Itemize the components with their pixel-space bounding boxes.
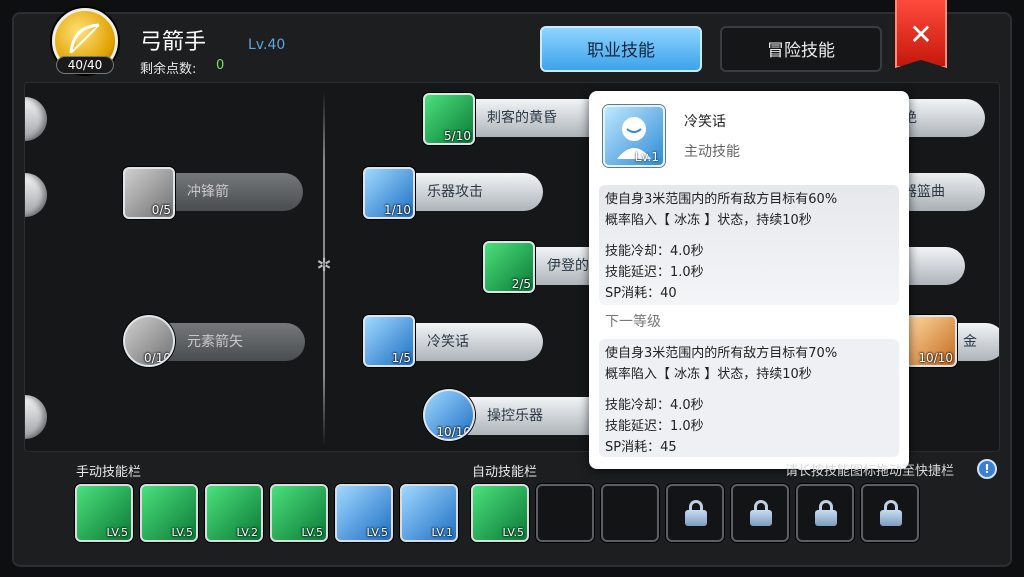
skill-name: 刺客的黄昏 xyxy=(487,110,557,126)
cooldown: 技能冷却：4.0秒 xyxy=(605,244,704,259)
manual-slot-6[interactable]: LV.1 xyxy=(400,484,458,542)
skill-count: 0/5 xyxy=(151,203,171,217)
slot-level: LV.5 xyxy=(502,526,524,539)
charge-arrow-icon[interactable]: 0/5 xyxy=(123,167,175,219)
instrument-attack-icon[interactable]: 1/10 xyxy=(363,167,415,219)
skill-name: 元素箭矢 xyxy=(187,334,243,350)
slot-level: LV.5 xyxy=(106,526,128,539)
tree-branch-node xyxy=(25,395,47,439)
sp-cost: SP消耗：40 xyxy=(605,286,677,301)
skill-count: 10/10 xyxy=(436,425,471,439)
delay: 技能延迟：1.0秒 xyxy=(605,419,704,434)
manual-skill-bar-label: 手动技能栏 xyxy=(76,465,142,480)
skill-name: 器篮曲 xyxy=(903,184,945,200)
desc-line: 使自身3米范围内的所有敌方目标有70% xyxy=(605,346,838,361)
tooltip-skill-type: 主动技能 xyxy=(684,144,740,160)
assassin-dusk-icon[interactable]: 5/10 xyxy=(423,93,475,145)
desc-line: 使自身3米范围内的所有敌方目标有60% xyxy=(605,192,838,207)
info-icon[interactable]: ! xyxy=(977,459,997,479)
skill-level: Lv.1 xyxy=(634,150,659,164)
manual-slot-3[interactable]: LV.2 xyxy=(205,484,263,542)
auto-slot-1[interactable]: LV.5 xyxy=(471,484,529,542)
desc-line: 概率陷入【 冰冻 】状态，持续10秒 xyxy=(605,213,812,228)
skill-count: 5/10 xyxy=(444,129,471,143)
class-name: 弓箭手 xyxy=(140,30,207,55)
slot-level: LV.5 xyxy=(171,526,193,539)
skill-name: 乐器攻击 xyxy=(427,184,483,200)
auto-slot-empty[interactable] xyxy=(536,484,594,542)
skill-count: 2/5 xyxy=(511,277,531,291)
skill-name: 冲锋箭 xyxy=(187,184,229,200)
current-level-details: 使自身3米范围内的所有敌方目标有60% 概率陷入【 冰冻 】状态，持续10秒 技… xyxy=(599,185,899,305)
auto-skill-bar-label: 自动技能栏 xyxy=(472,465,538,480)
tab-job-skills[interactable]: 职业技能 xyxy=(540,26,702,72)
manual-slot-2[interactable]: LV.5 xyxy=(140,484,198,542)
auto-slot-empty[interactable] xyxy=(601,484,659,542)
manual-slot-5[interactable]: LV.5 xyxy=(335,484,393,542)
control-instrument-icon[interactable]: 10/10 xyxy=(423,389,475,441)
close-button[interactable]: ✕ xyxy=(895,0,947,68)
auto-slot-locked xyxy=(666,484,724,542)
sp-cost: SP消耗：45 xyxy=(605,440,677,455)
slot-level: LV.1 xyxy=(431,526,453,539)
tab-adventure-skills[interactable]: 冒险技能 xyxy=(720,26,882,72)
lock-icon xyxy=(815,500,837,526)
skill-count: 10/10 xyxy=(918,351,953,365)
auto-slot-locked xyxy=(731,484,789,542)
drag-hint: 请长按技能图标拖动至快捷栏 xyxy=(785,464,955,479)
skill-count: 1/5 xyxy=(391,351,411,365)
skill-count: 1/10 xyxy=(384,203,411,217)
remaining-points-value: 0 xyxy=(216,58,225,73)
class-points: 40/40 xyxy=(56,56,114,74)
slot-level: LV.2 xyxy=(236,526,258,539)
skill-name: 伊登的 xyxy=(547,258,589,274)
auto-slot-locked xyxy=(861,484,919,542)
manual-slot-1[interactable]: LV.5 xyxy=(75,484,133,542)
close-icon: ✕ xyxy=(909,18,933,51)
skill-tooltip: Lv.1 冷笑话 主动技能 使自身3米范围内的所有敌方目标有60% 概率陷入【 … xyxy=(589,91,909,469)
auto-slot-locked xyxy=(796,484,854,542)
tree-branch-node xyxy=(25,97,47,141)
cold-joke-icon: Lv.1 xyxy=(603,105,665,167)
tree-branch-node xyxy=(25,173,47,217)
skill-name: 操控乐器 xyxy=(487,408,543,424)
skill-count: 0/10 xyxy=(144,351,171,365)
manual-slot-4[interactable]: LV.5 xyxy=(270,484,328,542)
lock-icon xyxy=(880,500,902,526)
lock-icon xyxy=(750,500,772,526)
elemental-arrow-icon[interactable]: 0/10 xyxy=(123,315,175,367)
gold-icon[interactable]: 10/10 xyxy=(905,315,957,367)
eden-icon[interactable]: 2/5 xyxy=(483,241,535,293)
skill-name: 金 xyxy=(963,334,977,350)
next-level-details: 使自身3米范围内的所有敌方目标有70% 概率陷入【 冰冻 】状态，持续10秒 技… xyxy=(599,339,899,457)
lock-icon xyxy=(685,500,707,526)
desc-line: 概率陷入【 冰冻 】状态，持续10秒 xyxy=(605,367,812,382)
remaining-points-label: 剩余点数: xyxy=(140,62,197,77)
cold-joke-icon[interactable]: 1/5 xyxy=(363,315,415,367)
slot-level: LV.5 xyxy=(366,526,388,539)
tooltip-skill-name: 冷笑话 xyxy=(684,114,726,130)
slot-level: LV.5 xyxy=(301,526,323,539)
skill-name: 冷笑话 xyxy=(427,334,469,350)
divider-ornament-icon: ✲ xyxy=(316,255,332,276)
next-level-label: 下一等级 xyxy=(605,314,661,330)
delay: 技能延迟：1.0秒 xyxy=(605,265,704,280)
cooldown: 技能冷却：4.0秒 xyxy=(605,398,704,413)
class-level: Lv.40 xyxy=(248,37,286,53)
